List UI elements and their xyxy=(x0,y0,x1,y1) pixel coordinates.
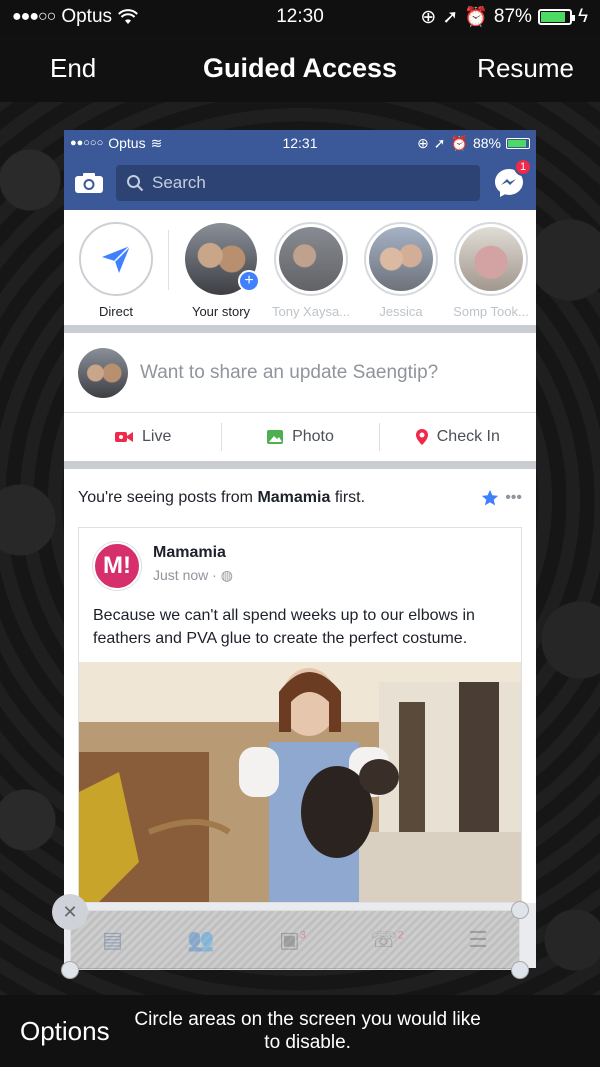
story-label: Jessica xyxy=(379,304,423,319)
story-your-story[interactable]: + Your story xyxy=(183,222,260,319)
story-somp[interactable]: Somp Took... xyxy=(453,222,529,319)
news-feed: You're seeing posts from Mamamia first. … xyxy=(64,469,536,903)
jessica-story-photo xyxy=(369,227,433,291)
star-icon xyxy=(482,489,499,506)
photo-label: Photo xyxy=(292,428,334,445)
guided-access-bottom-bar: Options Circle areas on the screen you w… xyxy=(0,995,600,1067)
status-bar: ●●●○○ Optus 12:30 ⊕ ➚ ⏰ 87% ϟ xyxy=(0,0,600,34)
live-label: Live xyxy=(141,428,172,445)
alarm-icon: ⏰ xyxy=(464,7,488,28)
post-timestamp: Just now · xyxy=(153,567,217,583)
location-pin-icon xyxy=(415,429,428,445)
app-preview[interactable]: ●●○○○ Optus ≋ 12:31 ⊕ ➚ ⏰ 88% Search 1 D… xyxy=(64,130,536,968)
app-battery-percent: 88% xyxy=(472,135,501,151)
guided-access-navbar: End Guided Access Resume xyxy=(0,34,600,102)
app-carrier-label: Optus xyxy=(108,135,146,151)
avatar xyxy=(78,347,128,398)
shared-post[interactable]: M! Mamamia Just now · ◍ Because we can't… xyxy=(78,527,522,903)
resize-handle-bottom-right[interactable] xyxy=(511,961,529,979)
rotation-lock-icon: ⊕ xyxy=(420,6,437,28)
signal-dots-icon: ●●●○○ xyxy=(12,8,56,25)
notifications-badge: 2 xyxy=(397,929,404,942)
facebook-header: ●●○○○ Optus ≋ 12:31 ⊕ ➚ ⏰ 88% Search 1 xyxy=(64,130,536,210)
resize-handle-top-right[interactable] xyxy=(511,901,529,919)
story-direct[interactable]: Direct xyxy=(78,222,154,319)
search-placeholder: Search xyxy=(152,173,206,192)
post-author[interactable]: Mamamia xyxy=(153,544,233,562)
battery-icon xyxy=(537,9,575,25)
app-wifi-icon: ≋ xyxy=(150,134,163,151)
menu-tab-icon: ☰ xyxy=(468,927,488,952)
app-rotation-lock-icon: ⊕ xyxy=(417,134,429,151)
live-video-icon xyxy=(114,432,133,442)
see-first-notice: You're seeing posts from Mamamia first. … xyxy=(78,489,522,507)
wifi-icon xyxy=(118,9,138,24)
marketplace-tab-icon: ▣3 xyxy=(278,927,306,952)
messenger-button[interactable]: 1 xyxy=(492,158,532,200)
add-story-icon[interactable]: + xyxy=(238,270,260,292)
app-status-bar: ●●○○○ Optus ≋ 12:31 ⊕ ➚ ⏰ 88% xyxy=(64,130,536,156)
story-label: Somp Took... xyxy=(453,304,529,319)
search-icon xyxy=(127,175,144,192)
paper-plane-icon xyxy=(102,245,131,273)
stories-divider xyxy=(168,230,169,290)
stories-tray: Direct + Your story Tony Xaysa... Jessic… xyxy=(64,210,536,333)
story-label: Your story xyxy=(191,304,251,319)
ghosted-tab-bar: ▤ 👥 ▣3 ☏2 ☰ xyxy=(70,910,520,970)
post-photo[interactable] xyxy=(79,662,521,902)
charging-bolt-icon: ϟ xyxy=(577,6,588,27)
costume-photo xyxy=(79,662,521,902)
more-options-icon[interactable]: ••• xyxy=(505,489,522,507)
carrier-label: Optus xyxy=(61,6,113,27)
globe-icon: ◍ xyxy=(220,567,233,583)
story-label: Direct xyxy=(99,304,133,319)
photo-icon xyxy=(267,430,284,444)
check-in-button[interactable]: Check In xyxy=(378,413,536,461)
resize-handle-bottom-left[interactable] xyxy=(61,961,79,979)
page-logo: M! xyxy=(93,542,141,590)
story-tony[interactable]: Tony Xaysa... xyxy=(271,222,351,319)
remove-region-button[interactable]: ✕ xyxy=(52,894,88,930)
app-location-icon: ➚ xyxy=(433,134,446,151)
app-alarm-icon: ⏰ xyxy=(450,134,468,151)
app-signal-dots-icon: ●●○○○ xyxy=(70,137,104,149)
somp-story-photo xyxy=(459,227,523,291)
story-label: Tony Xaysa... xyxy=(271,304,351,319)
location-arrow-icon: ➚ xyxy=(442,6,459,28)
news-feed-tab-icon: ▤ xyxy=(102,927,123,952)
composer-prompt: Want to share an update Saengtip? xyxy=(140,361,439,383)
instruction-text: Circle areas on the screen you would lik… xyxy=(134,1009,481,1053)
photo-button[interactable]: Photo xyxy=(221,413,378,461)
battery-percent: 87% xyxy=(493,6,532,27)
composer-actions: Live Photo Check In xyxy=(64,413,536,469)
resume-button[interactable]: Resume xyxy=(477,53,574,84)
friends-tab-icon: 👥 xyxy=(187,927,215,952)
notifications-tab-icon: ☏2 xyxy=(370,927,404,952)
end-button[interactable]: End xyxy=(50,53,96,84)
tony-story-photo xyxy=(279,227,343,291)
post-text: Because we can't all spend weeks up to o… xyxy=(93,607,475,647)
check-in-label: Check In xyxy=(436,428,500,445)
messenger-badge: 1 xyxy=(514,158,532,176)
search-input[interactable]: Search xyxy=(116,165,480,201)
story-jessica[interactable]: Jessica xyxy=(363,222,439,319)
app-battery-icon xyxy=(506,137,530,149)
options-button[interactable]: Options xyxy=(20,1016,110,1047)
status-composer[interactable]: Want to share an update Saengtip? xyxy=(64,333,536,413)
live-button[interactable]: Live xyxy=(64,413,221,461)
camera-icon[interactable] xyxy=(74,172,104,194)
friends-badge: 3 xyxy=(299,929,306,942)
